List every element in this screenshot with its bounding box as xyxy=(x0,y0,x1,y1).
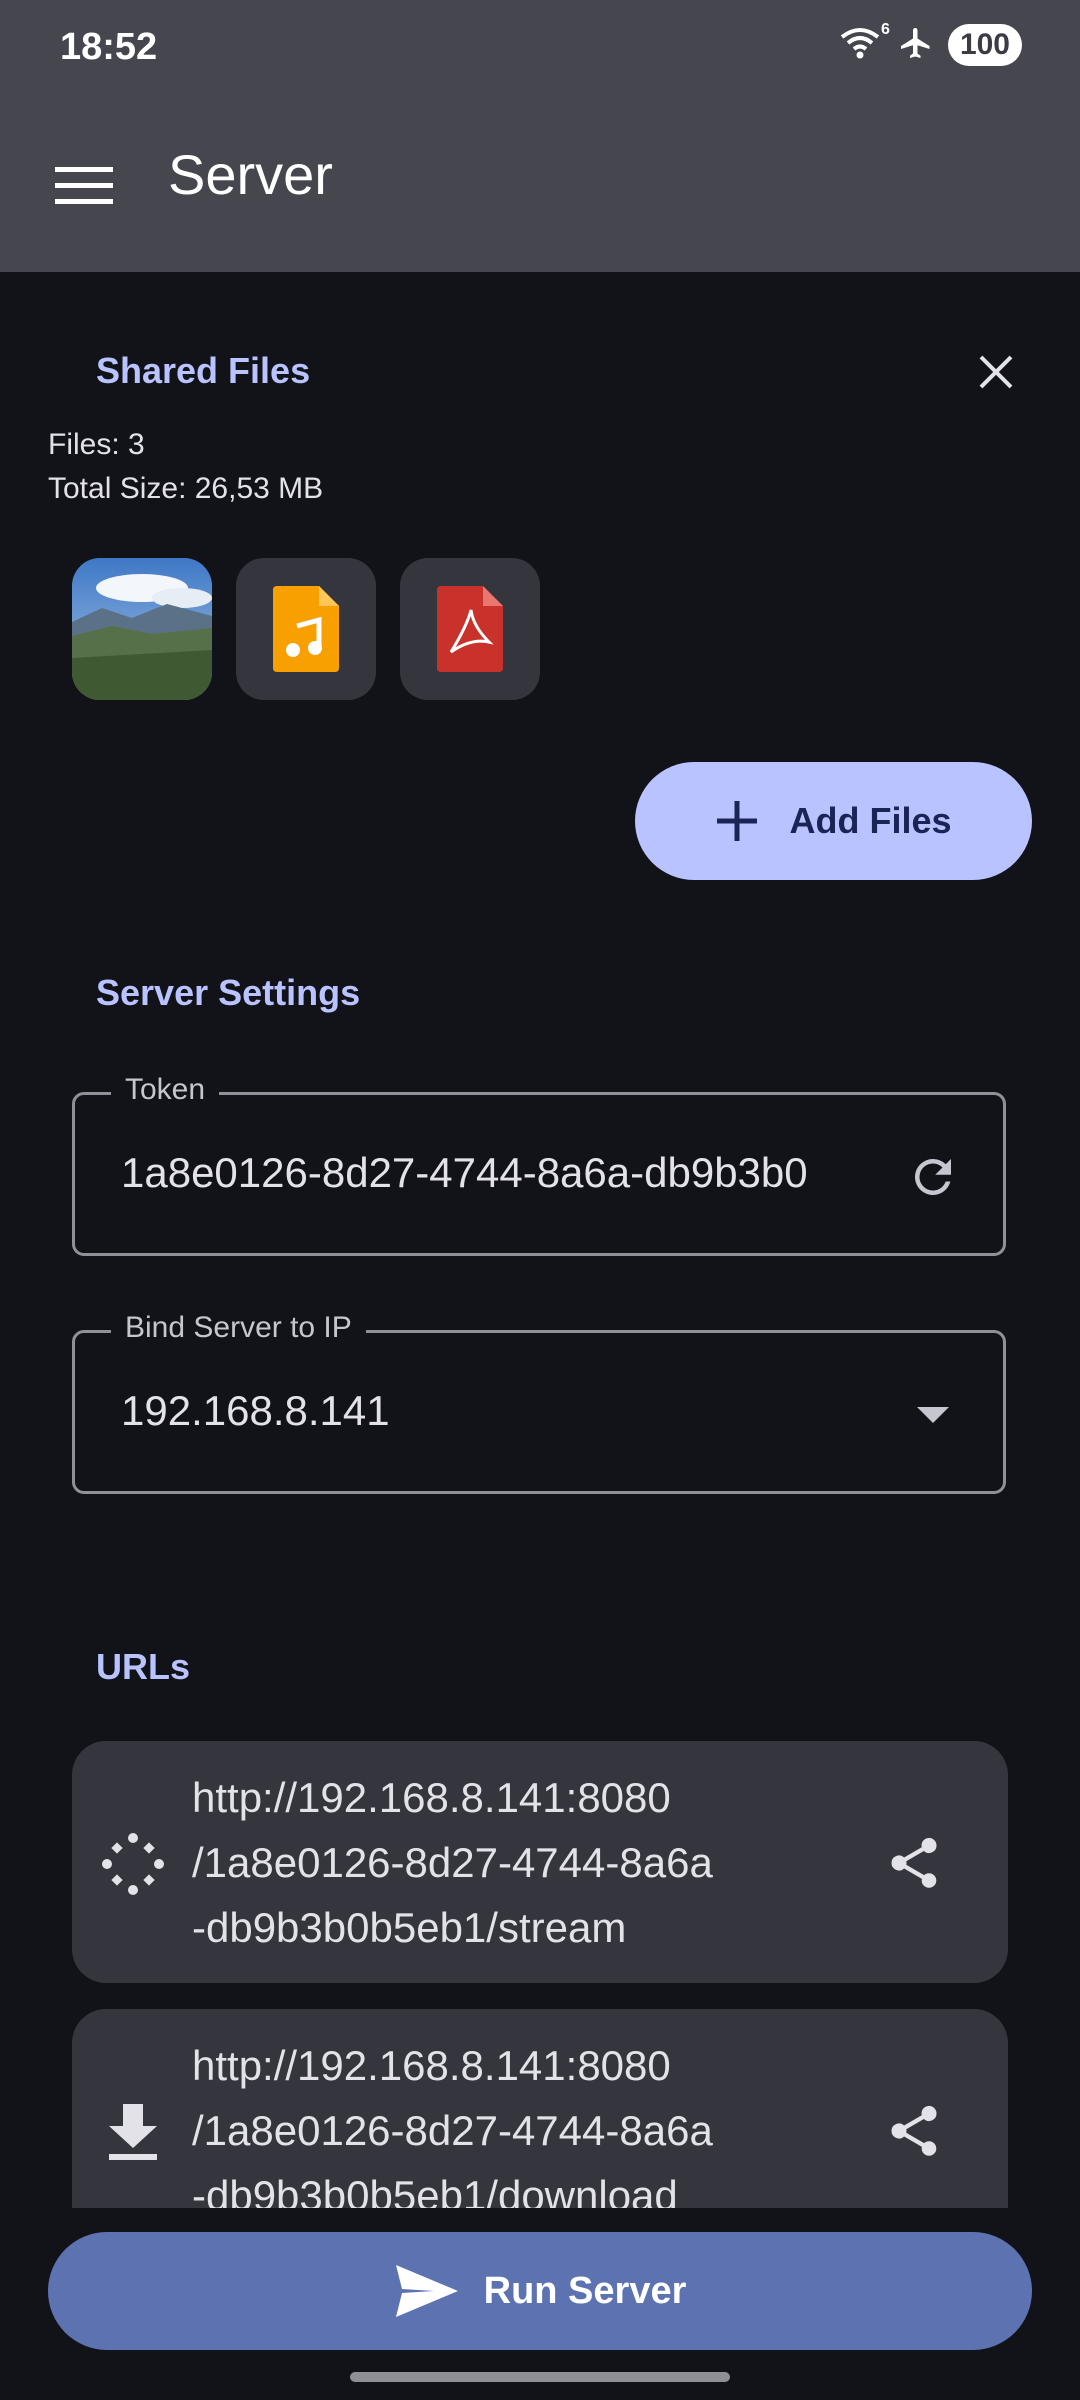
refresh-icon[interactable] xyxy=(901,1145,965,1209)
url-card-stream[interactable]: http://192.168.8.141:8080 /1a8e0126-8d27… xyxy=(72,1741,1008,1983)
audio-file-icon xyxy=(273,586,339,672)
token-value: 1a8e0126-8d27-4744-8a6a-db9b3b0 xyxy=(121,1149,808,1196)
urls-title: URLs xyxy=(96,1646,191,1687)
file-thumbnail-image[interactable] xyxy=(72,558,212,700)
share-icon[interactable] xyxy=(876,2093,952,2169)
url-card-download[interactable]: http://192.168.8.141:8080 /1a8e0126-8d27… xyxy=(72,2009,1008,2208)
page-title: Server xyxy=(168,143,333,206)
bind-ip-dropdown[interactable]: Bind Server to IP 192.168.8.141 xyxy=(72,1311,1006,1494)
shared-files-title: Shared Files xyxy=(96,350,311,391)
urls-list: http://192.168.8.141:8080 /1a8e0126-8d27… xyxy=(0,1740,1080,2208)
url-line: -db9b3b0b5eb1/download xyxy=(192,2172,678,2208)
file-thumbnail-pdf[interactable] xyxy=(400,558,540,700)
url-text-stream: http://192.168.8.141:8080 /1a8e0126-8d27… xyxy=(192,1765,812,1960)
download-icon xyxy=(98,2097,168,2167)
send-icon xyxy=(395,2265,458,2317)
bind-ip-value: 192.168.8.141 xyxy=(121,1387,390,1434)
bind-ip-label: Bind Server to IP xyxy=(111,1311,366,1345)
home-indicator[interactable] xyxy=(350,2372,730,2382)
plus-icon xyxy=(717,801,758,841)
status-bar: 18:52 6 100 xyxy=(0,0,1080,96)
url-line: /1a8e0126-8d27-4744-8a6a xyxy=(192,1839,713,1886)
add-files-button[interactable]: Add Files xyxy=(635,762,1032,880)
status-icons: 6 100 xyxy=(840,21,1022,66)
airplane-mode-icon xyxy=(898,25,934,66)
share-icon[interactable] xyxy=(876,1825,952,1901)
url-line: http://192.168.8.141:8080 xyxy=(192,1774,671,1821)
hamburger-menu-icon[interactable] xyxy=(48,150,120,222)
pdf-file-icon xyxy=(437,586,503,672)
add-files-label: Add Files xyxy=(789,800,952,841)
status-time: 18:52 xyxy=(60,26,158,68)
files-count: Files: 3 xyxy=(48,428,145,461)
url-text-download: http://192.168.8.141:8080 /1a8e0126-8d27… xyxy=(192,2033,812,2208)
server-settings-title: Server Settings xyxy=(96,972,361,1013)
top-app-bar: Server xyxy=(0,96,1080,272)
dropdown-arrow-icon[interactable] xyxy=(901,1383,965,1447)
wifi-badge: 6 xyxy=(881,21,890,38)
url-line: http://192.168.8.141:8080 xyxy=(192,2042,671,2089)
file-thumbnail-audio[interactable] xyxy=(236,558,376,700)
url-line: /1a8e0126-8d27-4744-8a6a xyxy=(192,2107,713,2154)
close-icon[interactable] xyxy=(970,346,1022,398)
wifi-icon: 6 xyxy=(840,21,890,63)
run-server-button[interactable]: Run Server xyxy=(48,2232,1032,2350)
token-label: Token xyxy=(111,1073,220,1107)
run-server-label: Run Server xyxy=(483,2269,687,2312)
battery-indicator: 100 xyxy=(947,24,1022,66)
stream-icon xyxy=(98,1829,168,1899)
total-size: Total Size: 26,53 MB xyxy=(48,472,324,505)
token-field[interactable]: Token 1a8e0126-8d27-4744-8a6a-db9b3b0 xyxy=(72,1073,1006,1256)
url-line: -db9b3b0b5eb1/stream xyxy=(192,1904,627,1951)
